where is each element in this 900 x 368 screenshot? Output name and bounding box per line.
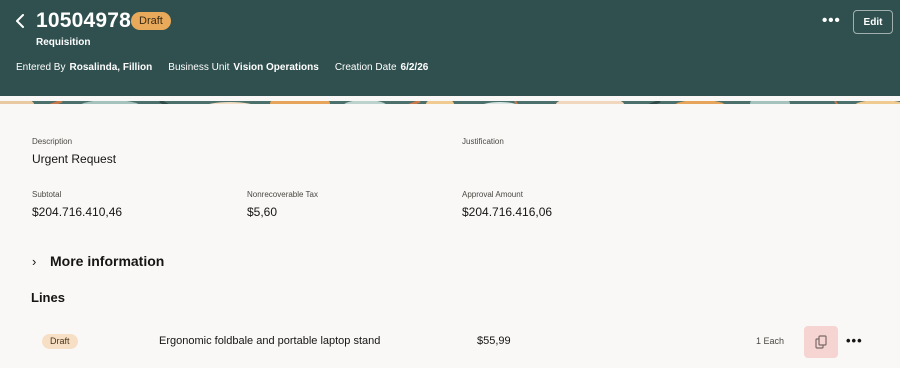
edit-button[interactable]: Edit — [853, 10, 893, 34]
line-attachment-button[interactable] — [804, 326, 838, 358]
lines-section-title: Lines — [31, 290, 65, 305]
description-value: Urgent Request — [32, 152, 117, 166]
document-type: Requisition — [36, 37, 91, 48]
creation-date-label: Creation Date — [334, 62, 397, 73]
subtotal-label: Subtotal — [32, 190, 62, 199]
line-price: $55,99 — [477, 335, 511, 347]
header-more-actions-button[interactable]: ••• — [822, 12, 841, 29]
description-label: Description — [32, 137, 73, 146]
subtotal-value: $204.716.410,46 — [32, 205, 123, 219]
chevron-right-icon: › — [32, 253, 37, 269]
requisition-number: 10504978 — [36, 9, 132, 32]
entered-by-value: Rosalinda, Fillion — [69, 62, 153, 73]
line-row[interactable]: Draft Ergonomic foldbale and portable la… — [0, 323, 900, 361]
more-information-label: More information — [50, 253, 165, 269]
line-description: Ergonomic foldbale and portable laptop s… — [159, 335, 381, 347]
nonrecoverable-tax-label: Nonrecoverable Tax — [247, 190, 319, 199]
back-button[interactable] — [12, 11, 28, 31]
decorative-banner — [0, 96, 900, 104]
more-information-toggle[interactable]: › More information — [32, 253, 164, 269]
business-unit-label: Business Unit — [168, 62, 230, 73]
page-header: 10504978 Draft Requisition Entered By Ro… — [0, 0, 900, 96]
entered-by-label: Entered By — [16, 62, 66, 73]
approval-amount-value: $204.716.416,06 — [462, 205, 553, 219]
line-quantity: 1 Each — [756, 336, 785, 346]
status-badge: Draft — [131, 12, 171, 30]
document-attachment-icon — [815, 335, 827, 349]
chevron-left-icon — [16, 14, 24, 28]
creation-date-value: 6/2/26 — [400, 62, 429, 73]
approval-amount-label: Approval Amount — [462, 190, 523, 199]
justification-label: Justification — [462, 137, 504, 146]
business-unit-value: Vision Operations — [233, 62, 319, 73]
header-meta: Entered By Rosalinda, Fillion Business U… — [16, 62, 444, 73]
nonrecoverable-tax-value: $5,60 — [247, 205, 278, 219]
line-status-badge: Draft — [42, 334, 78, 349]
line-more-actions-button[interactable]: ••• — [846, 333, 863, 348]
